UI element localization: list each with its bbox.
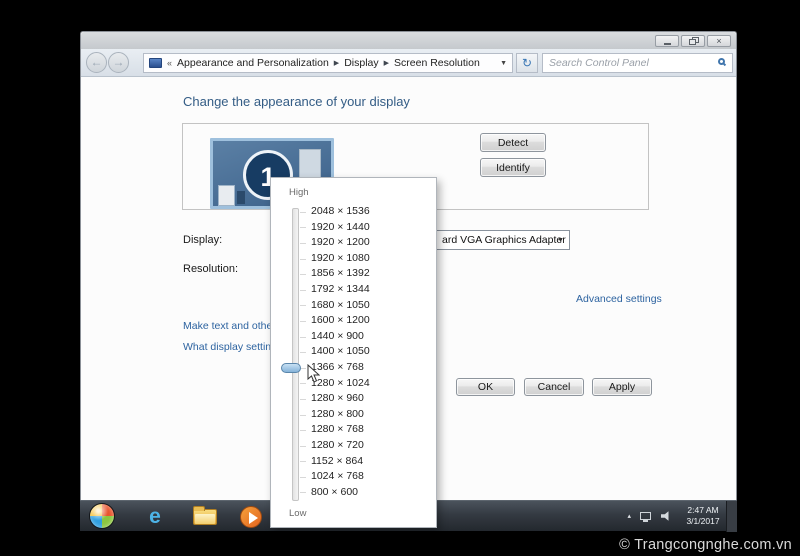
minimize-icon	[664, 43, 671, 45]
resolution-option[interactable]: 1600 × 1200	[311, 313, 431, 329]
clock-date: 3/1/2017	[677, 516, 729, 527]
close-button[interactable]: ×	[707, 35, 731, 47]
search-input[interactable]	[543, 54, 713, 72]
windows-explorer-icon[interactable]	[192, 504, 218, 529]
resolution-option[interactable]: 1920 × 1200	[311, 235, 431, 251]
apply-button[interactable]: Apply	[592, 378, 652, 396]
minimize-button[interactable]	[655, 35, 679, 47]
breadcrumb-dropdown-icon[interactable]: ▼	[500, 60, 507, 67]
resolution-option[interactable]: 1280 × 768	[311, 422, 431, 438]
folder-icon	[193, 509, 217, 525]
detect-button[interactable]: Detect	[480, 133, 546, 152]
forward-button[interactable]: →	[108, 52, 129, 73]
resolution-option[interactable]: 1440 × 900	[311, 329, 431, 345]
video-frame: × ← → « Appearance and Personalization ▶…	[0, 0, 800, 556]
breadcrumb-separator-icon: ▶	[334, 59, 339, 67]
resolution-option[interactable]: 1280 × 800	[311, 407, 431, 423]
back-icon: ←	[91, 55, 103, 69]
preview-window-shape	[218, 185, 235, 206]
search-icon[interactable]	[718, 58, 725, 65]
resolution-option[interactable]: 1400 × 1050	[311, 344, 431, 360]
refresh-icon: ↻	[522, 56, 532, 70]
resolution-option[interactable]: 1280 × 960	[311, 391, 431, 407]
close-icon: ×	[716, 37, 721, 46]
desktop: × ← → « Appearance and Personalization ▶…	[80, 31, 737, 531]
refresh-button[interactable]: ↻	[516, 53, 538, 73]
what-display-settings-link[interactable]: What display setting	[183, 341, 277, 353]
ie-glyph: e	[149, 505, 161, 529]
resolution-option[interactable]: 1152 × 864	[311, 454, 431, 470]
chevron-down-icon: ▼	[557, 237, 564, 244]
resolution-option[interactable]: 2048 × 1536	[311, 204, 431, 220]
media-player-icon[interactable]	[238, 504, 264, 529]
resolution-option[interactable]: 1920 × 1080	[311, 251, 431, 267]
cancel-button[interactable]: Cancel	[524, 378, 584, 396]
resolution-option[interactable]: 1024 × 768	[311, 469, 431, 485]
page-title: Change the appearance of your display	[183, 94, 410, 109]
resolution-option[interactable]: 1280 × 720	[311, 438, 431, 454]
display-icon	[149, 58, 162, 68]
back-button[interactable]: ←	[86, 52, 107, 73]
taskbar-clock[interactable]: 2:47 AM 3/1/2017	[677, 505, 729, 527]
resolution-slider-popup: High 2048 × 15361920 × 14401920 × 120019…	[270, 177, 437, 528]
ok-button[interactable]: OK	[456, 378, 515, 396]
internet-explorer-icon[interactable]: e	[142, 504, 168, 529]
show-desktop-button[interactable]	[726, 501, 737, 532]
start-button[interactable]	[89, 503, 115, 529]
navigation-bar: ← → « Appearance and Personalization ▶ D…	[81, 49, 736, 77]
resolution-slider-handle[interactable]	[281, 363, 301, 373]
resolution-slider-track[interactable]	[292, 208, 299, 501]
resolution-options-list: 2048 × 15361920 × 14401920 × 12001920 × …	[311, 204, 431, 500]
resolution-option[interactable]: 800 × 600	[311, 485, 431, 501]
resolution-label: Resolution:	[183, 263, 238, 275]
preview-window-shape	[237, 191, 245, 204]
clock-time: 2:47 AM	[677, 505, 729, 516]
display-label: Display:	[183, 234, 222, 246]
window-titlebar[interactable]: ×	[81, 32, 736, 49]
breadcrumb-item-screen-resolution[interactable]: Screen Resolution	[394, 57, 480, 69]
adapter-dropdown-value: ard VGA Graphics Adapter	[442, 234, 566, 246]
slider-low-label: Low	[289, 508, 306, 519]
identify-button[interactable]: Identify	[480, 158, 546, 177]
play-icon	[240, 506, 262, 528]
tray-expand-icon[interactable]: ▴	[627, 512, 631, 520]
watermark: © Trangcongnghe.com.vn	[619, 537, 792, 553]
advanced-settings-link[interactable]: Advanced settings	[576, 293, 662, 305]
resolution-option[interactable]: 1920 × 1440	[311, 220, 431, 236]
make-text-larger-link[interactable]: Make text and other	[183, 320, 276, 332]
breadcrumb-separator-icon: ▶	[384, 59, 389, 67]
resolution-option[interactable]: 1366 × 768	[311, 360, 431, 376]
slider-high-label: High	[289, 187, 309, 198]
restore-icon	[689, 37, 698, 45]
restore-button[interactable]	[681, 35, 705, 47]
breadcrumb-item-display[interactable]: Display	[344, 57, 378, 69]
resolution-option[interactable]: 1856 × 1392	[311, 266, 431, 282]
breadcrumb-item-appearance[interactable]: Appearance and Personalization	[177, 57, 329, 69]
mouse-cursor-icon	[307, 364, 320, 383]
resolution-option[interactable]: 1280 × 1024	[311, 376, 431, 392]
resolution-option[interactable]: 1792 × 1344	[311, 282, 431, 298]
breadcrumb[interactable]: « Appearance and Personalization ▶ Displ…	[143, 53, 513, 73]
search-box	[542, 53, 733, 73]
resolution-option[interactable]: 1680 × 1050	[311, 298, 431, 314]
forward-icon: →	[113, 55, 125, 69]
network-icon[interactable]	[640, 512, 651, 520]
breadcrumb-chevron-icon[interactable]: «	[167, 58, 172, 68]
speaker-icon[interactable]	[661, 511, 671, 521]
